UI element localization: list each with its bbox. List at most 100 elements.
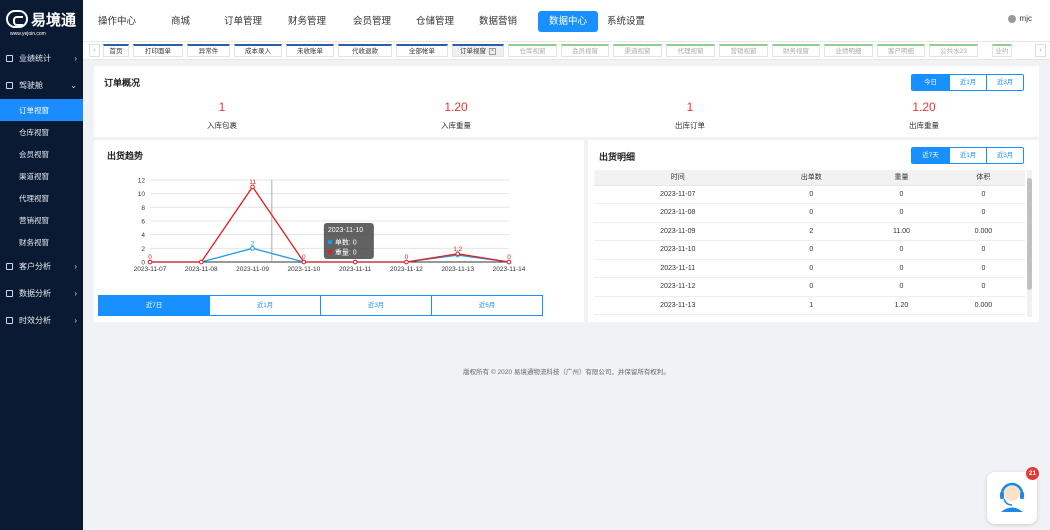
tab[interactable]: 营销视窗 bbox=[719, 44, 768, 57]
nav-item[interactable]: 数据中心 bbox=[538, 11, 599, 32]
overview-title: 订单概况 bbox=[104, 78, 141, 88]
tab[interactable]: 首页 bbox=[103, 44, 129, 57]
sidebar-subitem[interactable]: 仓库视窗 bbox=[0, 121, 83, 143]
tab[interactable]: 客户明细 bbox=[877, 44, 925, 57]
column-header: 重量 bbox=[861, 170, 942, 186]
range-option[interactable]: 近1月 bbox=[949, 75, 986, 90]
data-label: 0 bbox=[405, 254, 409, 261]
x-tick-label: 2023-11-14 bbox=[493, 266, 526, 273]
tab[interactable]: 业绩明细 bbox=[824, 44, 873, 57]
nav-item[interactable]: 仓储管理 bbox=[405, 11, 465, 32]
footer-copyright: 版权所有 © 2020 易境通物流科技（广州）有限公司，并保留所有权利。 bbox=[463, 369, 670, 376]
clock-icon bbox=[6, 317, 13, 324]
sidebar-subitem[interactable]: 代理视窗 bbox=[0, 187, 83, 209]
tab[interactable]: 业约 bbox=[992, 44, 1012, 57]
chevron-right-icon: › bbox=[74, 316, 77, 325]
tab[interactable]: 全部帐单 bbox=[396, 44, 448, 57]
stat-value: 1 bbox=[218, 100, 226, 114]
stat-block: 1.20 出库重量 bbox=[864, 100, 984, 131]
bar-chart-icon bbox=[6, 55, 13, 62]
tabs-scroll-left-icon[interactable]: ‹ bbox=[89, 44, 100, 57]
nav-item[interactable]: 系统设置 bbox=[596, 11, 656, 32]
table-cell: 2023-11-08 bbox=[594, 203, 762, 223]
user-menu[interactable]: mjc bbox=[1007, 14, 1032, 23]
tooltip-legend-dot bbox=[327, 249, 333, 255]
sidebar-item[interactable]: 业绩统计 › bbox=[0, 45, 83, 72]
customer-service-button[interactable] bbox=[987, 472, 1037, 524]
top-nav: 操作中心 商城 订单管理 财务管理 会员管理 仓储管理 数据营销 数据中心 系统设置 mjc bbox=[83, 0, 1050, 42]
trend-range-tab[interactable]: 近6月 bbox=[431, 295, 543, 316]
table-cell: 2023-11-11 bbox=[594, 259, 762, 278]
tab[interactable]: 异常件 bbox=[187, 44, 230, 57]
stat-label: 出库重量 bbox=[909, 121, 939, 130]
y-tick-label: 2 bbox=[141, 246, 145, 253]
table-scrollbar[interactable] bbox=[1027, 170, 1032, 317]
sidebar-subitem[interactable]: 营销视窗 bbox=[0, 209, 83, 231]
sidebar-menu: 业绩统计 › 驾驶舱 ⌄ 订单视窗 仓库视窗 会员视窗 渠道视窗 代理视窗 营销视窗 财务视窗 客户分… bbox=[0, 45, 83, 334]
table-scrollbar-thumb[interactable] bbox=[1027, 178, 1032, 290]
sidebar-subitem[interactable]: 订单视窗 bbox=[0, 99, 83, 121]
table-cell: 1 bbox=[761, 296, 862, 315]
tab-label: 仓库视窗 bbox=[519, 48, 546, 55]
column-header: 出单数 bbox=[761, 170, 862, 186]
tab[interactable]: 成本录入 bbox=[234, 44, 282, 57]
sidebar-item[interactable]: 驾驶舱 ⌄ bbox=[0, 72, 83, 99]
nav-item[interactable]: 会员管理 bbox=[342, 11, 402, 32]
user-avatar-icon bbox=[1007, 14, 1016, 23]
x-tick-label: 2023-11-11 bbox=[339, 266, 372, 273]
chevron-right-icon: › bbox=[74, 262, 77, 271]
sidebar-subitem[interactable]: 会员视窗 bbox=[0, 143, 83, 165]
sidebar-item[interactable]: 数据分析 › bbox=[0, 280, 83, 307]
tab-label: 全部帐单 bbox=[409, 48, 435, 55]
data-label: 11 bbox=[249, 179, 256, 186]
tab[interactable]: 渠道视窗 bbox=[613, 44, 662, 57]
stat-block: 1 入库包裹 bbox=[162, 100, 282, 131]
range-option[interactable]: 近3月 bbox=[986, 148, 1023, 163]
tab[interactable]: 打印面单 bbox=[133, 44, 183, 57]
table-cell: 0 bbox=[761, 203, 862, 223]
stat-value: 1.20 bbox=[912, 100, 936, 114]
tab[interactable]: 代理视窗 bbox=[666, 44, 715, 57]
y-tick-label: 12 bbox=[138, 178, 146, 185]
range-option[interactable]: 今日 bbox=[912, 75, 949, 90]
nav-item[interactable]: 订单管理 bbox=[213, 11, 273, 32]
trend-range-tab[interactable]: 近7日 bbox=[98, 295, 210, 316]
sidebar-item[interactable]: 时效分析 › bbox=[0, 307, 83, 334]
brand-logo[interactable]: 易境通 www.yejoin.com bbox=[0, 0, 83, 45]
tab[interactable]: 公共水23 bbox=[929, 44, 978, 57]
y-tick-label: 10 bbox=[138, 191, 146, 198]
detail-title: 出货明细 bbox=[599, 152, 636, 162]
trend-range-tab[interactable]: 近1月 bbox=[209, 295, 321, 316]
tab-label: 业约 bbox=[995, 48, 1009, 55]
table-cell: 0 bbox=[761, 185, 862, 204]
tab[interactable]: 代收退款 bbox=[338, 44, 392, 57]
range-option[interactable]: 近7天 bbox=[912, 148, 949, 163]
tab[interactable]: 未收账单 bbox=[286, 44, 334, 57]
column-header: 时间 bbox=[594, 170, 762, 186]
nav-item[interactable]: 财务管理 bbox=[277, 11, 337, 32]
nav-item[interactable]: 数据营销 bbox=[468, 11, 528, 32]
nav-item[interactable]: 商城 bbox=[160, 11, 201, 32]
table-row: 2023-11-08 0 0 0 bbox=[594, 203, 1025, 223]
table-cell: 0 bbox=[941, 185, 1025, 204]
tab[interactable]: 财务视窗 bbox=[772, 44, 820, 57]
tab[interactable]: 订单视窗 × bbox=[452, 44, 504, 57]
tab[interactable]: 仓库视窗 bbox=[508, 44, 557, 57]
table-row: 2023-11-13 1 1.20 0.000 bbox=[594, 296, 1025, 315]
detail-range-selector: 近7天 近1月 近3月 bbox=[911, 147, 1024, 164]
sidebar-subitem[interactable]: 渠道视窗 bbox=[0, 165, 83, 187]
tab-close-icon[interactable]: × bbox=[489, 47, 496, 55]
trend-range-tabs: 近7日 近1月 近3月 近6月 bbox=[98, 295, 543, 316]
nav-item[interactable]: 操作中心 bbox=[87, 11, 147, 32]
tab-label: 未收账单 bbox=[297, 48, 323, 55]
tab[interactable]: 会员视窗 bbox=[561, 44, 609, 57]
range-option[interactable]: 近3月 bbox=[986, 75, 1023, 90]
sidebar-item[interactable]: 客户分析 › bbox=[0, 253, 83, 280]
tab-label: 异常件 bbox=[198, 48, 219, 55]
sidebar-subitem[interactable]: 财务视窗 bbox=[0, 231, 83, 253]
stat-label: 入库包裹 bbox=[207, 121, 237, 130]
range-option[interactable]: 近1月 bbox=[949, 148, 986, 163]
tabs-scroll-right-icon[interactable]: › bbox=[1035, 44, 1046, 57]
tab-label: 财务视窗 bbox=[783, 48, 809, 55]
trend-range-tab[interactable]: 近3月 bbox=[320, 295, 432, 316]
